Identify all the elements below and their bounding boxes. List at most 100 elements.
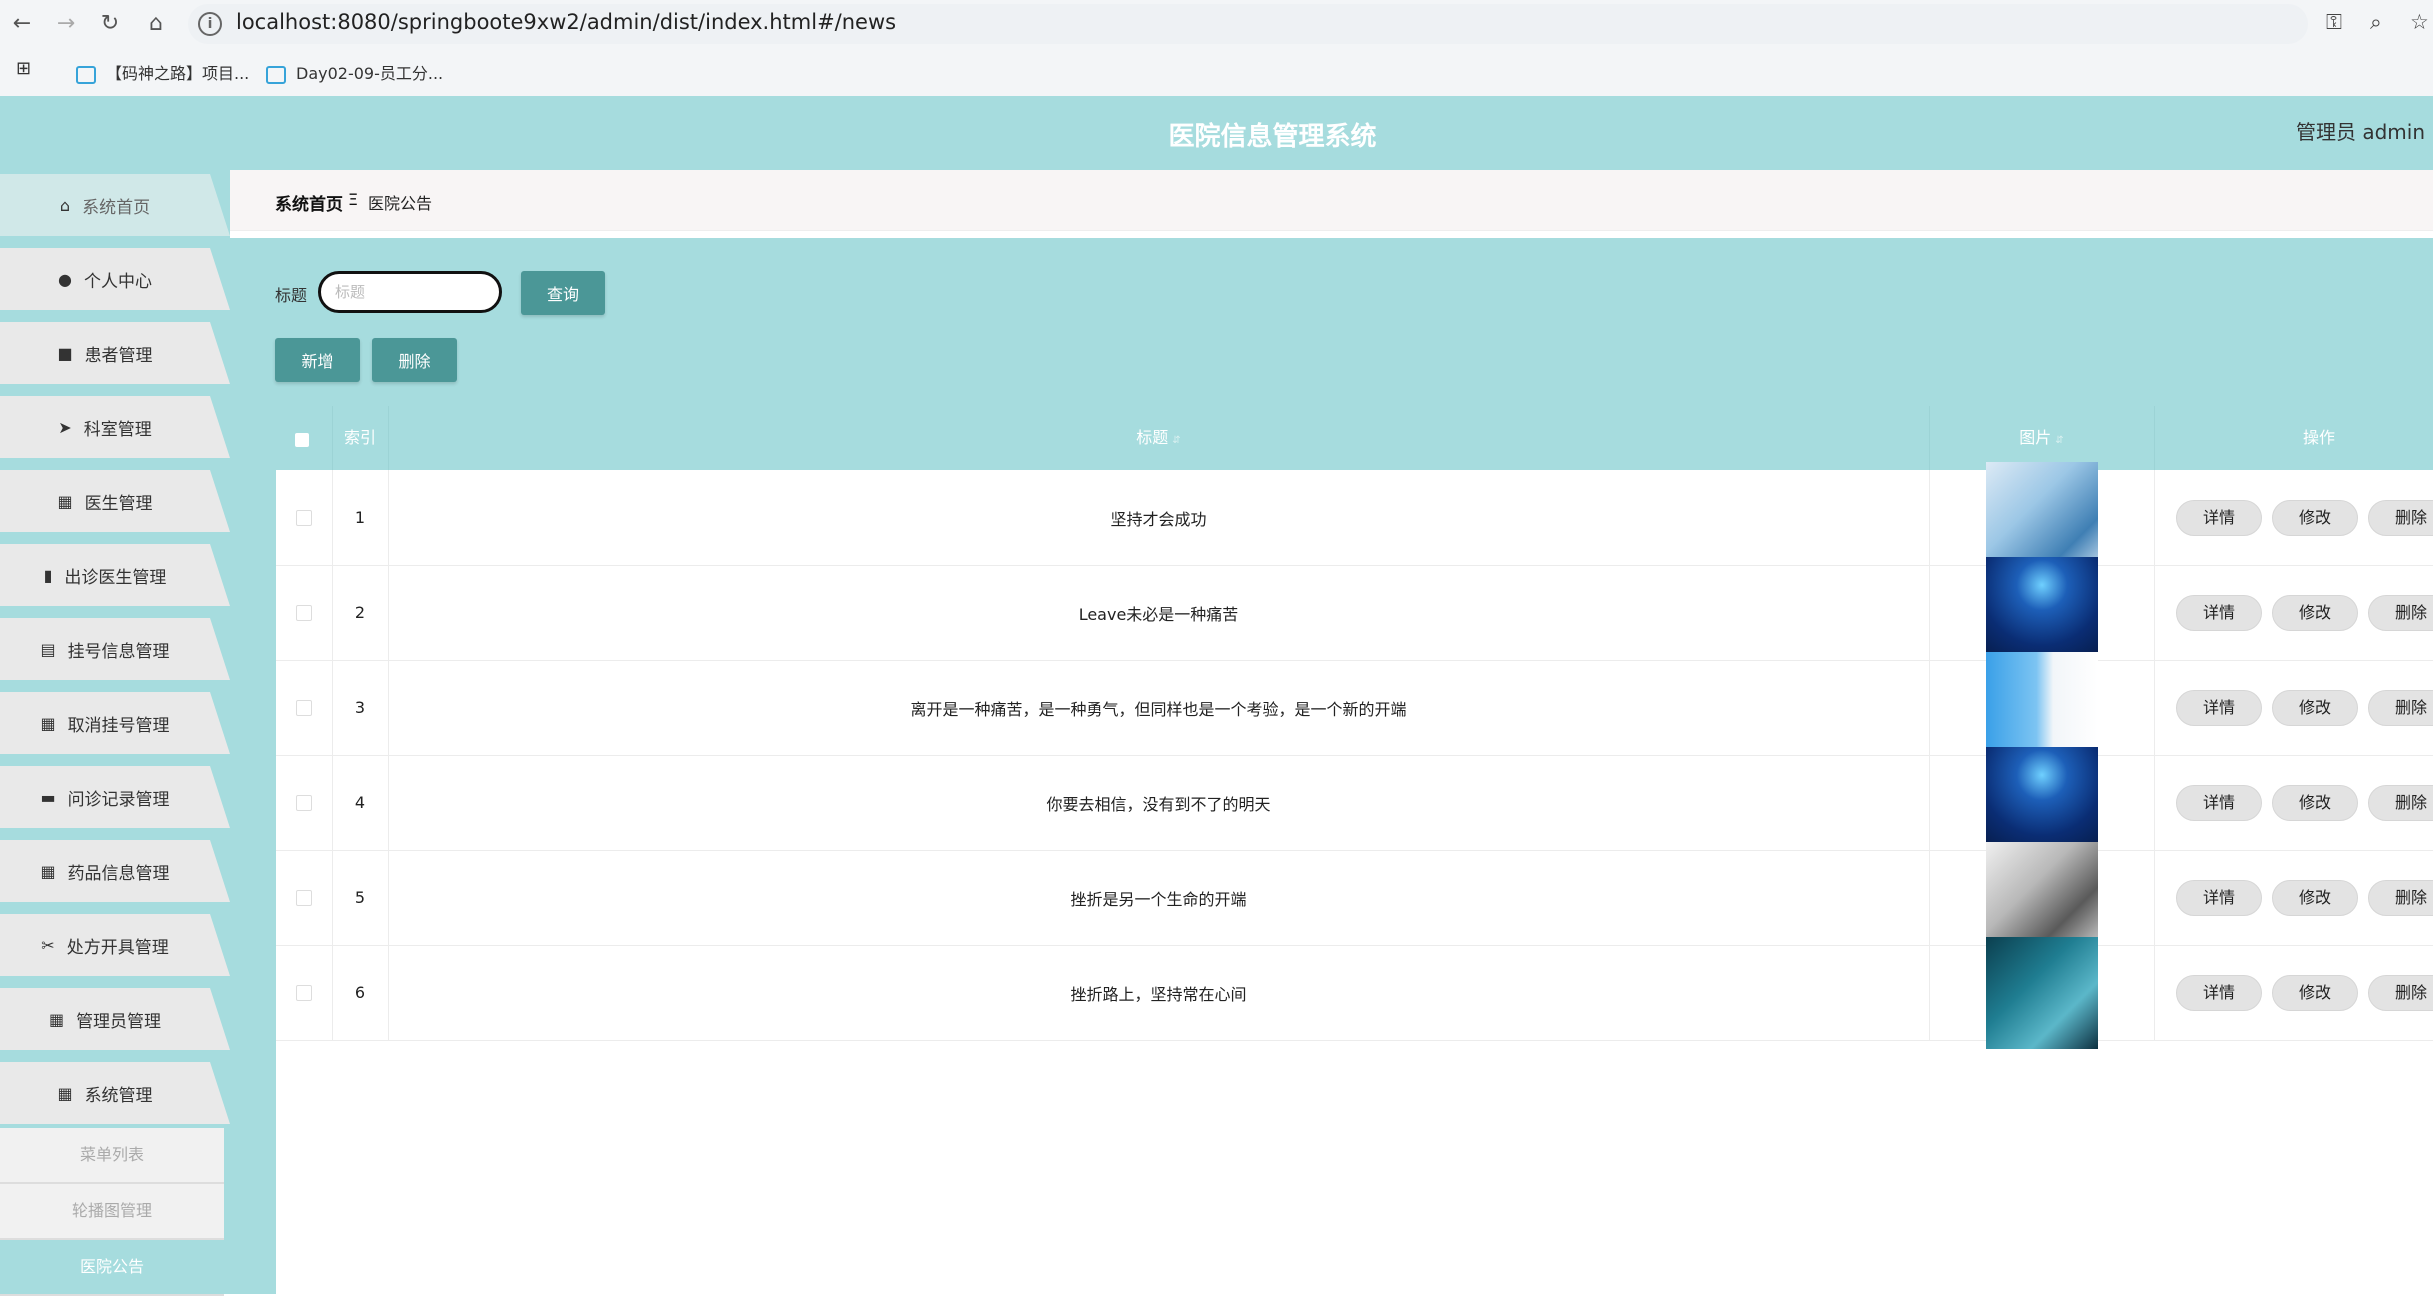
row-index: 3 [332,660,389,755]
paper-plane-icon: ➤ [58,417,72,437]
user-label[interactable]: 管理员 admin [2296,116,2425,145]
row-operations: 详情 修改 删除 [2154,660,2433,755]
row-image-cell [1929,651,2155,764]
edit-button[interactable]: 修改 [2272,880,2358,916]
row-title: Leave未必是一种痛苦 [388,565,1930,660]
edit-button[interactable]: 修改 [2272,595,2358,631]
row-operations: 详情 修改 删除 [2154,565,2433,660]
table-header: 索引 标题 ⇵ 图片 ⇵ 操作 [276,406,2433,470]
row-index: 4 [332,755,389,850]
row-image-cell [1929,746,2155,859]
row-title: 离开是一种痛苦，是一种勇气，但同样也是一个考验，是一个新的开端 [388,660,1930,755]
batch-delete-button[interactable]: 删除 [372,338,457,382]
row-title: 挫折路上，坚持常在心间 [388,945,1930,1040]
home-icon[interactable]: ⌂ [140,8,172,40]
sidebar-item-registrations[interactable]: ▤ 挂号信息管理 [0,618,230,680]
monitor-icon: ▬ [40,787,56,807]
row-index: 5 [332,850,389,945]
bar-chart-icon: ▮ [43,565,53,585]
breadcrumb-home[interactable]: 系统首页 [275,190,343,215]
ticket-icon: ✂ [41,935,55,955]
add-button[interactable]: 新增 [275,338,360,382]
row-select-cell [276,945,333,1040]
delete-button[interactable]: 删除 [2368,690,2433,726]
sidebar-item-medicines[interactable]: ▦ 药品信息管理 [0,840,230,902]
detail-button[interactable]: 详情 [2176,975,2262,1011]
bookmark-item[interactable]: 【码神之路】项目... [76,60,249,84]
row-operations: 详情 修改 删除 [2154,755,2433,850]
row-image-cell [1929,841,2155,954]
row-checkbox[interactable] [296,604,312,621]
sort-icon: ⇵ [2055,435,2064,446]
sidebar-item-admins[interactable]: ▦ 管理员管理 [0,988,230,1050]
delete-button[interactable]: 删除 [2368,785,2433,821]
browser-toolbar: ← → ↻ ⌂ i localhost:8080/springboote9xw2… [0,0,2433,48]
detail-button[interactable]: 详情 [2176,880,2262,916]
detail-button[interactable]: 详情 [2176,785,2262,821]
sidebar-item-prescriptions[interactable]: ✂ 处方开具管理 [0,914,230,976]
table-row: 4 你要去相信，没有到不了的明天 详情 修改 删除 [276,746,2433,859]
breadcrumb: 系统首页 Ξ 医院公告 [230,170,2433,231]
sidebar-item-home[interactable]: ⌂ 系统首页 [0,174,230,236]
sidebar-item-consultations[interactable]: ▬ 问诊记录管理 [0,766,230,828]
row-checkbox[interactable] [296,794,312,811]
detail-button[interactable]: 详情 [2176,500,2262,536]
column-header-operations: 操作 [2302,428,2335,447]
sidebar-item-profile[interactable]: ● 个人中心 [0,248,230,310]
sidebar-item-departments[interactable]: ➤ 科室管理 [0,396,230,458]
url-text[interactable]: localhost:8080/springboote9xw2/admin/dis… [236,10,896,34]
row-operations: 详情 修改 删除 [2154,945,2433,1040]
table-row: 3 离开是一种痛苦，是一种勇气，但同样也是一个考验，是一个新的开端 详情 修改 … [276,651,2433,764]
row-checkbox[interactable] [296,699,312,716]
search-button[interactable]: 查询 [521,271,605,315]
row-checkbox[interactable] [296,509,312,526]
sidebar-item-patients[interactable]: ■ 患者管理 [0,322,230,384]
bookmark-star-icon[interactable]: ☆ [2410,10,2429,34]
submenu-item-announcements[interactable]: 医院公告 [0,1240,224,1296]
column-header-image[interactable]: 图片 ⇵ [1929,406,2155,470]
main-content: 标题 查询 新增 删除 索引 标题⇵ 图片⇵ 操作 1 坚持才会成功 详情 修改… [230,238,2433,1294]
bookmark-item[interactable]: Day02-09-员工分... [266,60,443,84]
select-all-cell [276,406,333,470]
row-select-cell [276,850,333,945]
row-index: 1 [332,470,389,565]
reload-icon[interactable]: ↻ [94,8,126,40]
forward-arrow-icon[interactable]: → [50,8,82,40]
news-thumbnail-image[interactable] [1985,936,2098,1049]
delete-button[interactable]: 删除 [2368,500,2433,536]
delete-button[interactable]: 删除 [2368,595,2433,631]
briefcase-icon: ■ [57,343,73,363]
row-checkbox[interactable] [296,984,312,1001]
sidebar-item-cancellations[interactable]: ▦ 取消挂号管理 [0,692,230,754]
row-title: 你要去相信，没有到不了的明天 [388,755,1930,850]
submenu-item-menu-list[interactable]: 菜单列表 [0,1128,224,1184]
sidebar-item-visiting-doctors[interactable]: ▮ 出诊医生管理 [0,544,230,606]
select-all-checkbox[interactable] [295,433,309,447]
submenu-item-carousel[interactable]: 轮播图管理 [0,1184,224,1240]
table-row: 6 挫折路上，坚持常在心间 详情 修改 删除 [276,936,2433,1049]
detail-button[interactable]: 详情 [2176,595,2262,631]
delete-button[interactable]: 删除 [2368,975,2433,1011]
row-index: 2 [332,565,389,660]
delete-button[interactable]: 删除 [2368,880,2433,916]
table-row: 5 挫折是另一个生命的开端 详情 修改 删除 [276,841,2433,954]
app-header: 医院信息管理系统 管理员 admin [0,96,2433,170]
row-operations: 详情 修改 删除 [2154,850,2433,945]
title-search-input[interactable] [318,271,502,313]
column-header-title[interactable]: 标题 ⇵ [388,406,1930,470]
edit-button[interactable]: 修改 [2272,500,2358,536]
sidebar-item-system[interactable]: ▦ 系统管理 [0,1062,230,1124]
edit-button[interactable]: 修改 [2272,785,2358,821]
edit-button[interactable]: 修改 [2272,975,2358,1011]
detail-button[interactable]: 详情 [2176,690,2262,726]
apps-grid-icon[interactable]: ⊞ [16,58,31,79]
sidebar-item-doctors[interactable]: ▦ 医生管理 [0,470,230,532]
sidebar: ⌂ 系统首页 ● 个人中心 ■ 患者管理 ➤ 科室管理 ▦ 医生管理 ▮ 出诊医生管理 ▤ 挂… [0,170,230,1296]
row-checkbox[interactable] [296,889,312,906]
site-info-icon[interactable]: i [198,12,222,36]
back-arrow-icon[interactable]: ← [6,8,38,40]
key-icon[interactable]: ⚿ [2326,10,2342,35]
zoom-icon[interactable]: ⌕ [2370,10,2382,35]
row-index: 6 [332,945,389,1040]
edit-button[interactable]: 修改 [2272,690,2358,726]
